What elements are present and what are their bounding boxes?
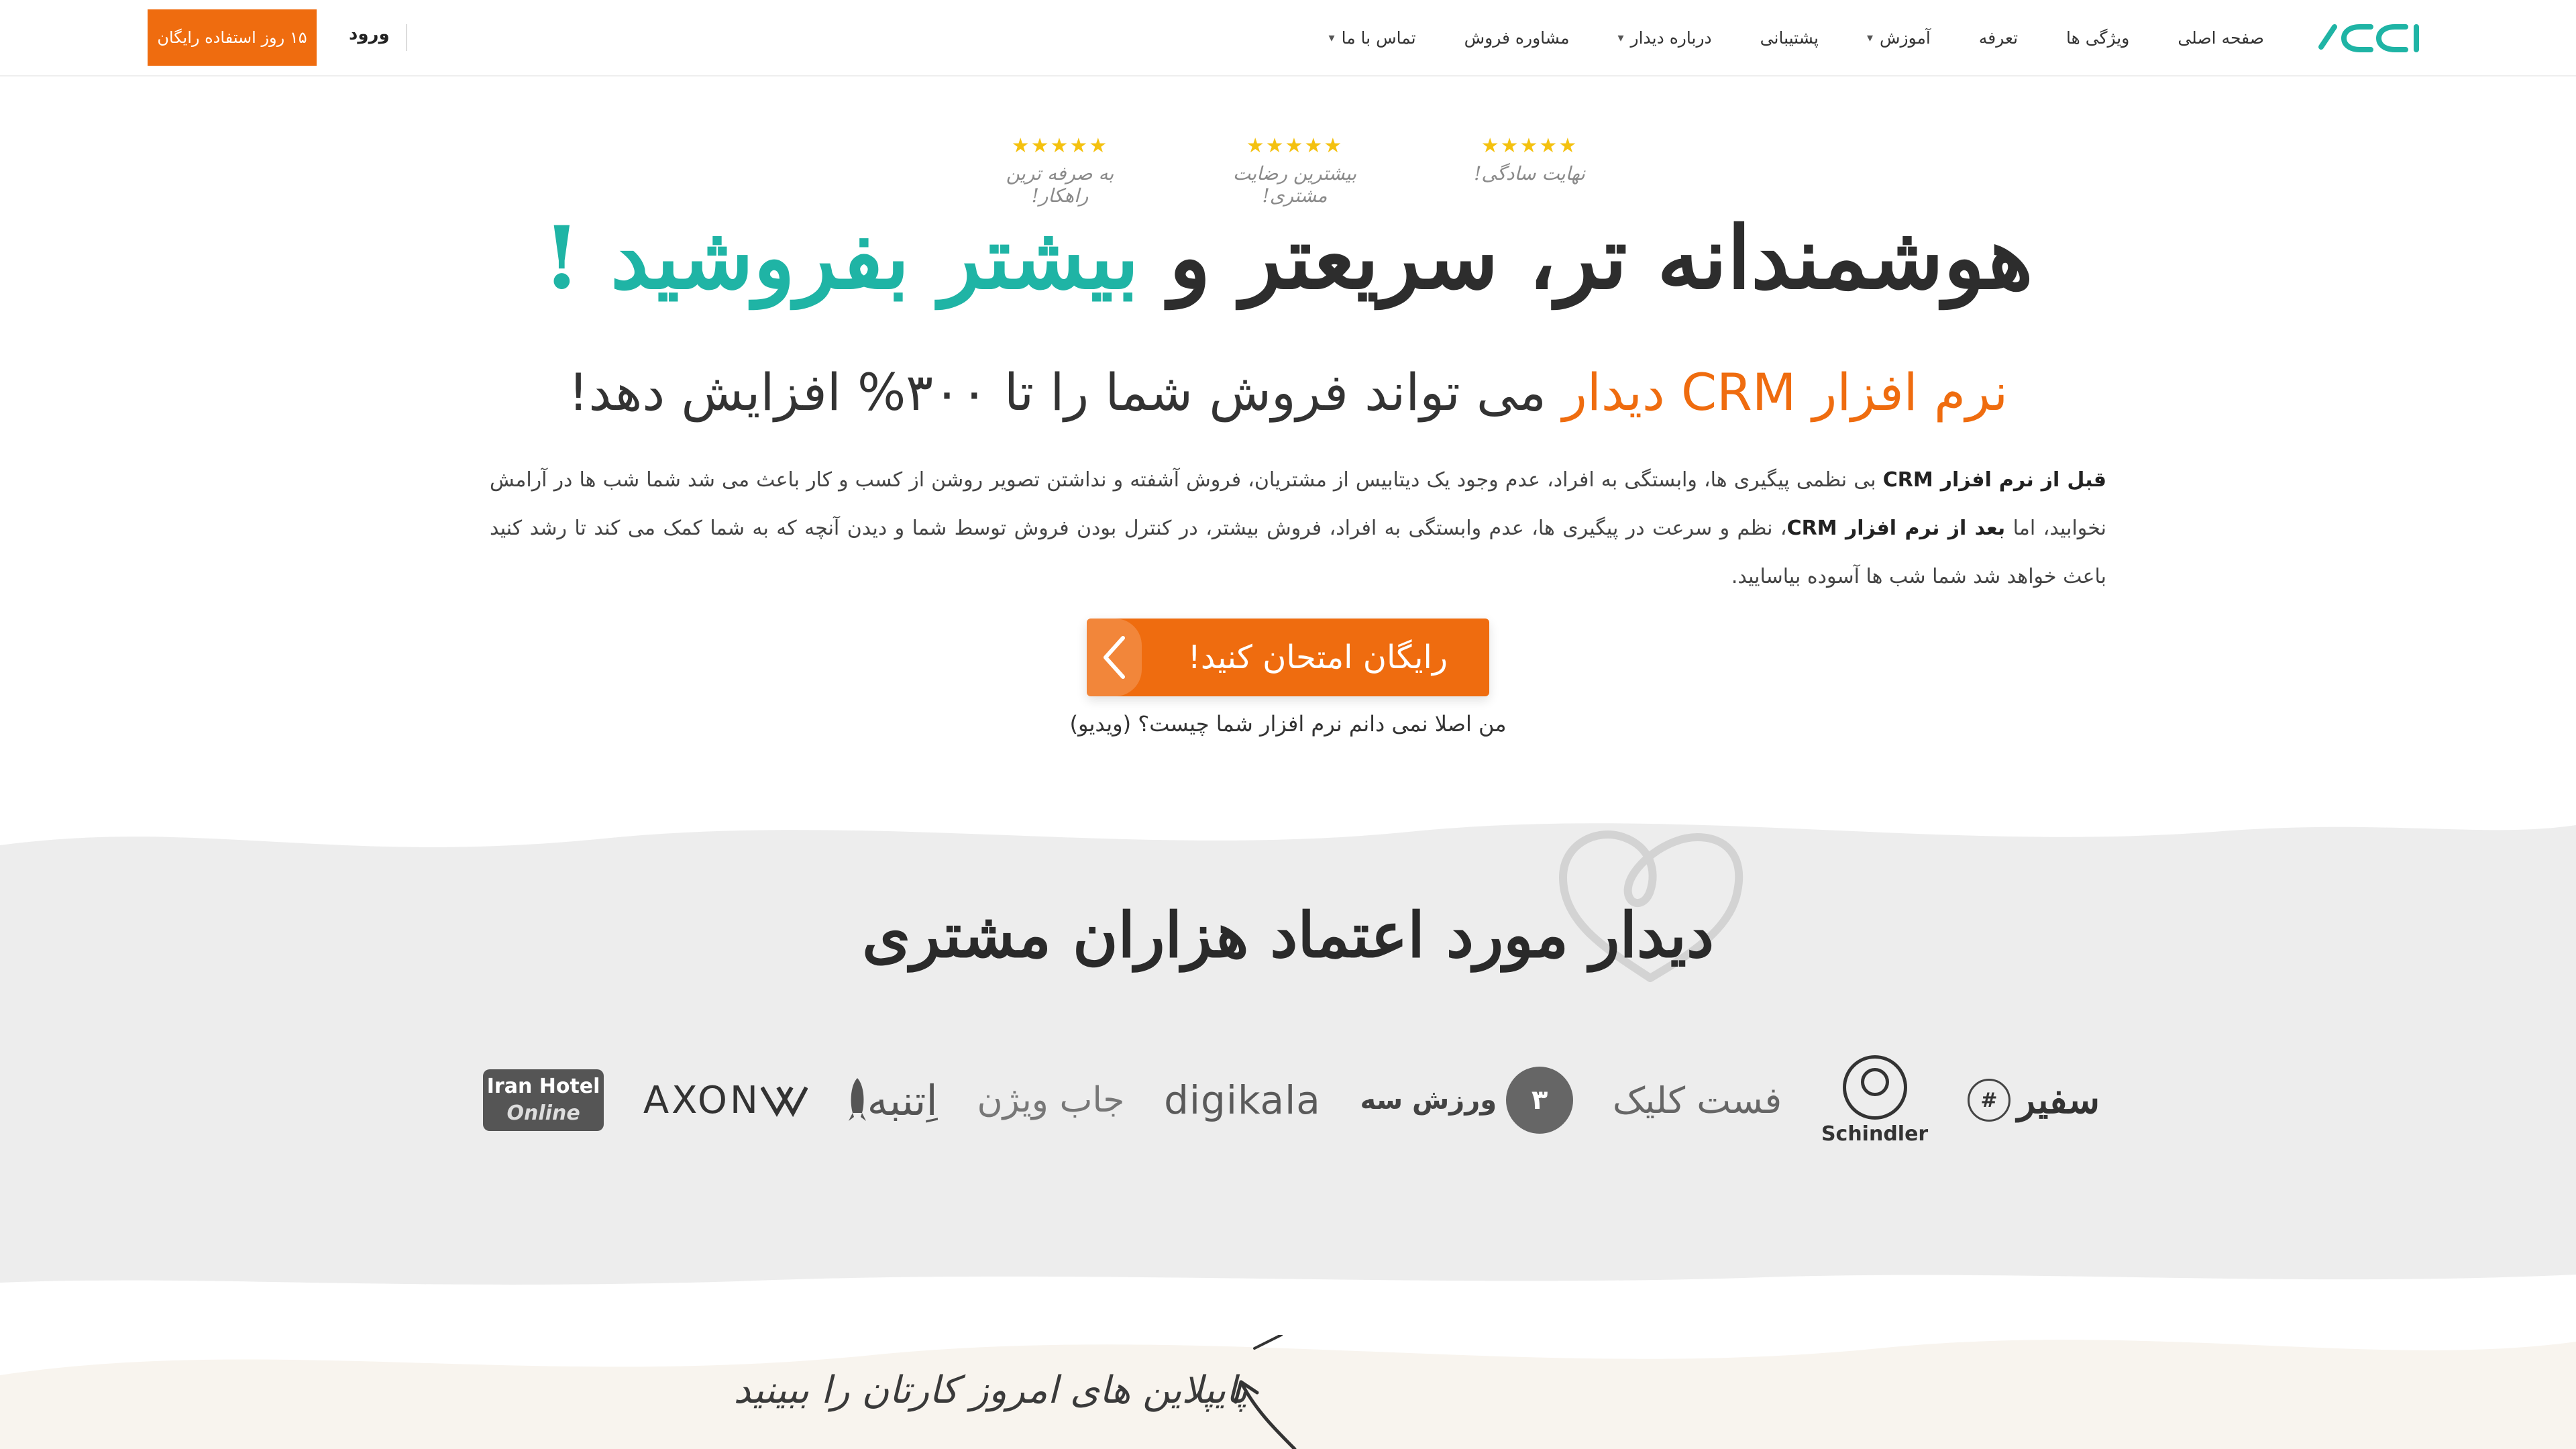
safir-wordmark: سفیر	[2017, 1078, 2100, 1122]
menu-item-features[interactable]: ویژگی ها	[2066, 28, 2129, 48]
pipeline-caption: پایپلاین های امروز کارتان را ببینید	[733, 1368, 1248, 1412]
schindler-logo: Schindler	[1821, 1055, 1928, 1146]
para-bold-before: قبل از نرم افزار CRM	[1882, 468, 2106, 492]
menu-item-home[interactable]: صفحه اصلی	[2178, 28, 2264, 48]
menu-label: پشتیبانی	[1760, 28, 1819, 48]
try-free-cta-button[interactable]: رایگان امتحان کنید!	[1087, 619, 1489, 696]
schindler-mark-icon	[1842, 1055, 1907, 1120]
rating-simplicity: ★★★★★ نهایت سادگی!	[1449, 134, 1610, 201]
cta-label: رایگان امتحان کنید!	[1187, 639, 1448, 676]
menu-label: آموزش	[1880, 28, 1931, 48]
para-bold-after: بعد از نرم افزار CRM	[1786, 517, 2006, 540]
safir-mark-icon: #	[1967, 1079, 2010, 1122]
didar-logo[interactable]	[2314, 20, 2422, 56]
digikala-logo: digikala	[1164, 1077, 1321, 1123]
headline-text: هوشمندانه تر، سریعتر و	[1139, 208, 2033, 309]
top-navbar: صفحه اصلی ویژگی ها تعرفه آموزش ▾ پشتیبانی…	[0, 0, 2576, 76]
customer-logos: سفیر # Schindler فست کلیک ۳ ورزش سه digi…	[483, 1053, 2100, 1147]
eata-wordmark: اِتنبه	[867, 1075, 938, 1125]
ratings-row: ★★★★★ نهایت سادگی! ★★★★★ بیشترین رضایت م…	[979, 134, 1610, 207]
free-trial-button[interactable]: ۱۵ روز استفاده رایگان	[148, 9, 317, 66]
menu-label: صفحه اصلی	[2178, 28, 2264, 48]
axon-logo: AXON	[643, 1079, 808, 1122]
axon-wordmark: AXON	[643, 1078, 761, 1122]
rating-caption: به صرفه ترین راهکار!	[1006, 162, 1114, 207]
hero-description: قبل از نرم افزار CRM بی نظمی پیگیری ها، …	[490, 456, 2106, 601]
varzesh3-logo: ۳ ورزش سه	[1360, 1067, 1574, 1134]
rocket-icon	[848, 1078, 866, 1121]
chevron-left-icon	[1087, 619, 1142, 696]
jobvision-logo: جاب ویژن	[977, 1080, 1125, 1120]
menu-item-sales-consult[interactable]: مشاوره فروش	[1464, 28, 1570, 48]
rating-caption: نهایت سادگی!	[1474, 162, 1585, 184]
star-rating-icon: ★★★★★	[1246, 134, 1344, 158]
iranhotel-sub: Online	[506, 1102, 580, 1125]
subhead-text: می تواند فروش شما را تا ۳۰۰% افزایش دهد!	[568, 362, 1563, 422]
safir-logo: سفیر #	[1967, 1078, 2100, 1122]
rating-caption: بیشترین رضایت مشتری!	[1232, 162, 1357, 207]
varzesh3-wordmark: ورزش سه	[1360, 1085, 1497, 1116]
arrow-doodle-icon	[1234, 1335, 1297, 1449]
menu-label: تعرفه	[1978, 28, 2019, 48]
iranhotel-logo: Iran Hotel Online	[483, 1069, 604, 1131]
menu-label: درباره دیدار	[1630, 28, 1712, 48]
axon-mark-icon	[760, 1086, 808, 1117]
login-link[interactable]: ورود	[349, 24, 390, 44]
menu-item-contact[interactable]: تماس با ما ▾	[1329, 28, 1416, 48]
rating-satisfaction: ★★★★★ بیشترین رضایت مشتری!	[1214, 134, 1375, 207]
menu-item-training[interactable]: آموزش ▾	[1867, 28, 1931, 48]
what-is-video-link[interactable]: من اصلا نمی دانم نرم افزار شما چیست؟ (وی…	[0, 711, 2576, 737]
menu-item-support[interactable]: پشتیبانی	[1760, 28, 1819, 48]
menu-label: تماس با ما	[1341, 28, 1416, 48]
trust-title: دیدار مورد اعتماد هزاران مشتری	[862, 899, 1714, 971]
menu-label: مشاوره فروش	[1464, 28, 1570, 48]
chevron-down-icon: ▾	[1328, 30, 1335, 45]
nav-divider	[406, 24, 407, 51]
hero-headline: هوشمندانه تر، سریعتر و بیشتر بفروشید !	[0, 201, 2576, 315]
star-rating-icon: ★★★★★	[1011, 134, 1109, 158]
chevron-down-icon: ▾	[1866, 30, 1874, 45]
iranhotel-wordmark: Iran Hotel	[486, 1075, 600, 1098]
chevron-down-icon: ▾	[1617, 30, 1624, 45]
star-rating-icon: ★★★★★	[1481, 134, 1578, 158]
hero-subheadline: نرم افزار CRM دیدار می تواند فروش شما را…	[0, 356, 2576, 429]
schindler-wordmark: Schindler	[1821, 1122, 1929, 1146]
rating-cost: ★★★★★ به صرفه ترین راهکار!	[979, 134, 1140, 207]
main-menu: صفحه اصلی ویژگی ها تعرفه آموزش ▾ پشتیبانی…	[1329, 0, 2264, 75]
menu-label: ویژگی ها	[2066, 28, 2130, 48]
eata-logo: اِتنبه	[847, 1076, 938, 1125]
menu-item-pricing[interactable]: تعرفه	[1979, 28, 2018, 48]
trust-band-background	[0, 823, 2576, 1285]
menu-item-about[interactable]: درباره دیدار ▾	[1617, 28, 1711, 48]
subhead-product: نرم افزار CRM دیدار	[1562, 362, 2008, 422]
varzesh3-mark-icon: ۳	[1506, 1067, 1574, 1134]
fastclick-logo: فست کلیک	[1612, 1079, 1782, 1122]
headline-accent: بیشتر بفروشید !	[543, 208, 1140, 309]
